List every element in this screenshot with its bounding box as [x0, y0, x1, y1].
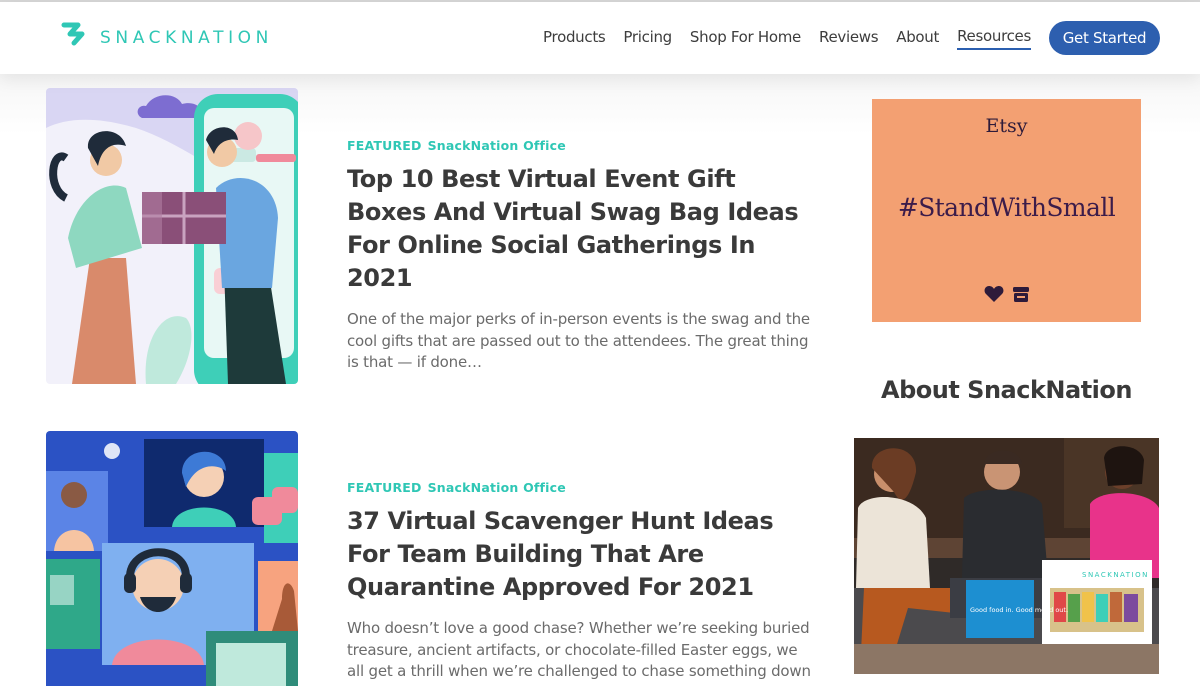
box-brand-label: SNACKNATION: [1082, 571, 1149, 579]
get-started-button[interactable]: Get Started: [1049, 21, 1160, 55]
post-excerpt: One of the major perks of in-person even…: [347, 310, 810, 371]
about-photo: SNACKNATION Good food in. Good mood out.: [854, 438, 1159, 674]
gift-exchange-illustration-icon: [46, 88, 298, 384]
post-thumbnail-gift-boxes[interactable]: [46, 88, 298, 384]
shop-icon: [1012, 287, 1029, 302]
category-snacknation-office[interactable]: SnackNation Office: [428, 480, 566, 495]
ad-icons: [872, 285, 1141, 303]
etsy-ad-banner[interactable]: Etsy #StandWithSmall: [872, 99, 1141, 322]
ad-tagline: #StandWithSmall: [897, 193, 1116, 222]
snacknation-logo[interactable]: SNACKNATION: [56, 22, 273, 54]
nav-about[interactable]: About: [896, 28, 939, 49]
post-excerpt: Who doesn’t love a good chase? Whether w…: [347, 619, 811, 680]
heart-icon: [984, 286, 1003, 302]
post-thumbnail-scavenger-hunt[interactable]: [46, 431, 298, 686]
post-title[interactable]: 37 Virtual Scavenger Hunt Ideas For Team…: [347, 505, 817, 604]
brand-wordmark: SNACKNATION: [100, 28, 273, 48]
category-featured[interactable]: FEATURED: [347, 138, 422, 153]
site-header: SNACKNATION Products Pricing Shop For Ho…: [0, 2, 1200, 74]
nav-shop-for-home[interactable]: Shop For Home: [690, 28, 801, 49]
main-nav: Products Pricing Shop For Home Reviews A…: [525, 21, 1160, 55]
nav-reviews[interactable]: Reviews: [819, 28, 879, 49]
snacknation-logo-icon: [61, 22, 85, 46]
video-call-illustration-icon: [46, 431, 298, 686]
ad-brand: Etsy: [985, 115, 1028, 137]
category-snacknation-office[interactable]: SnackNation Office: [428, 138, 566, 153]
post-categories: FEATURED SnackNation Office: [347, 138, 817, 153]
team-snacking-photo-icon: SNACKNATION Good food in. Good mood out.: [854, 438, 1159, 674]
post-card-text: FEATURED SnackNation Office Top 10 Best V…: [347, 138, 817, 374]
nav-resources[interactable]: Resources: [957, 27, 1031, 50]
nav-pricing[interactable]: Pricing: [623, 28, 672, 49]
post-card-text: FEATURED SnackNation Office 37 Virtual Sc…: [347, 480, 817, 683]
post-categories: FEATURED SnackNation Office: [347, 480, 817, 495]
category-featured[interactable]: FEATURED: [347, 480, 422, 495]
nav-products[interactable]: Products: [543, 28, 606, 49]
about-heading: About SnackNation: [881, 376, 1132, 404]
post-title[interactable]: Top 10 Best Virtual Event Gift Boxes And…: [347, 163, 817, 295]
box-slogan-label: Good food in. Good mood out.: [970, 606, 1068, 614]
